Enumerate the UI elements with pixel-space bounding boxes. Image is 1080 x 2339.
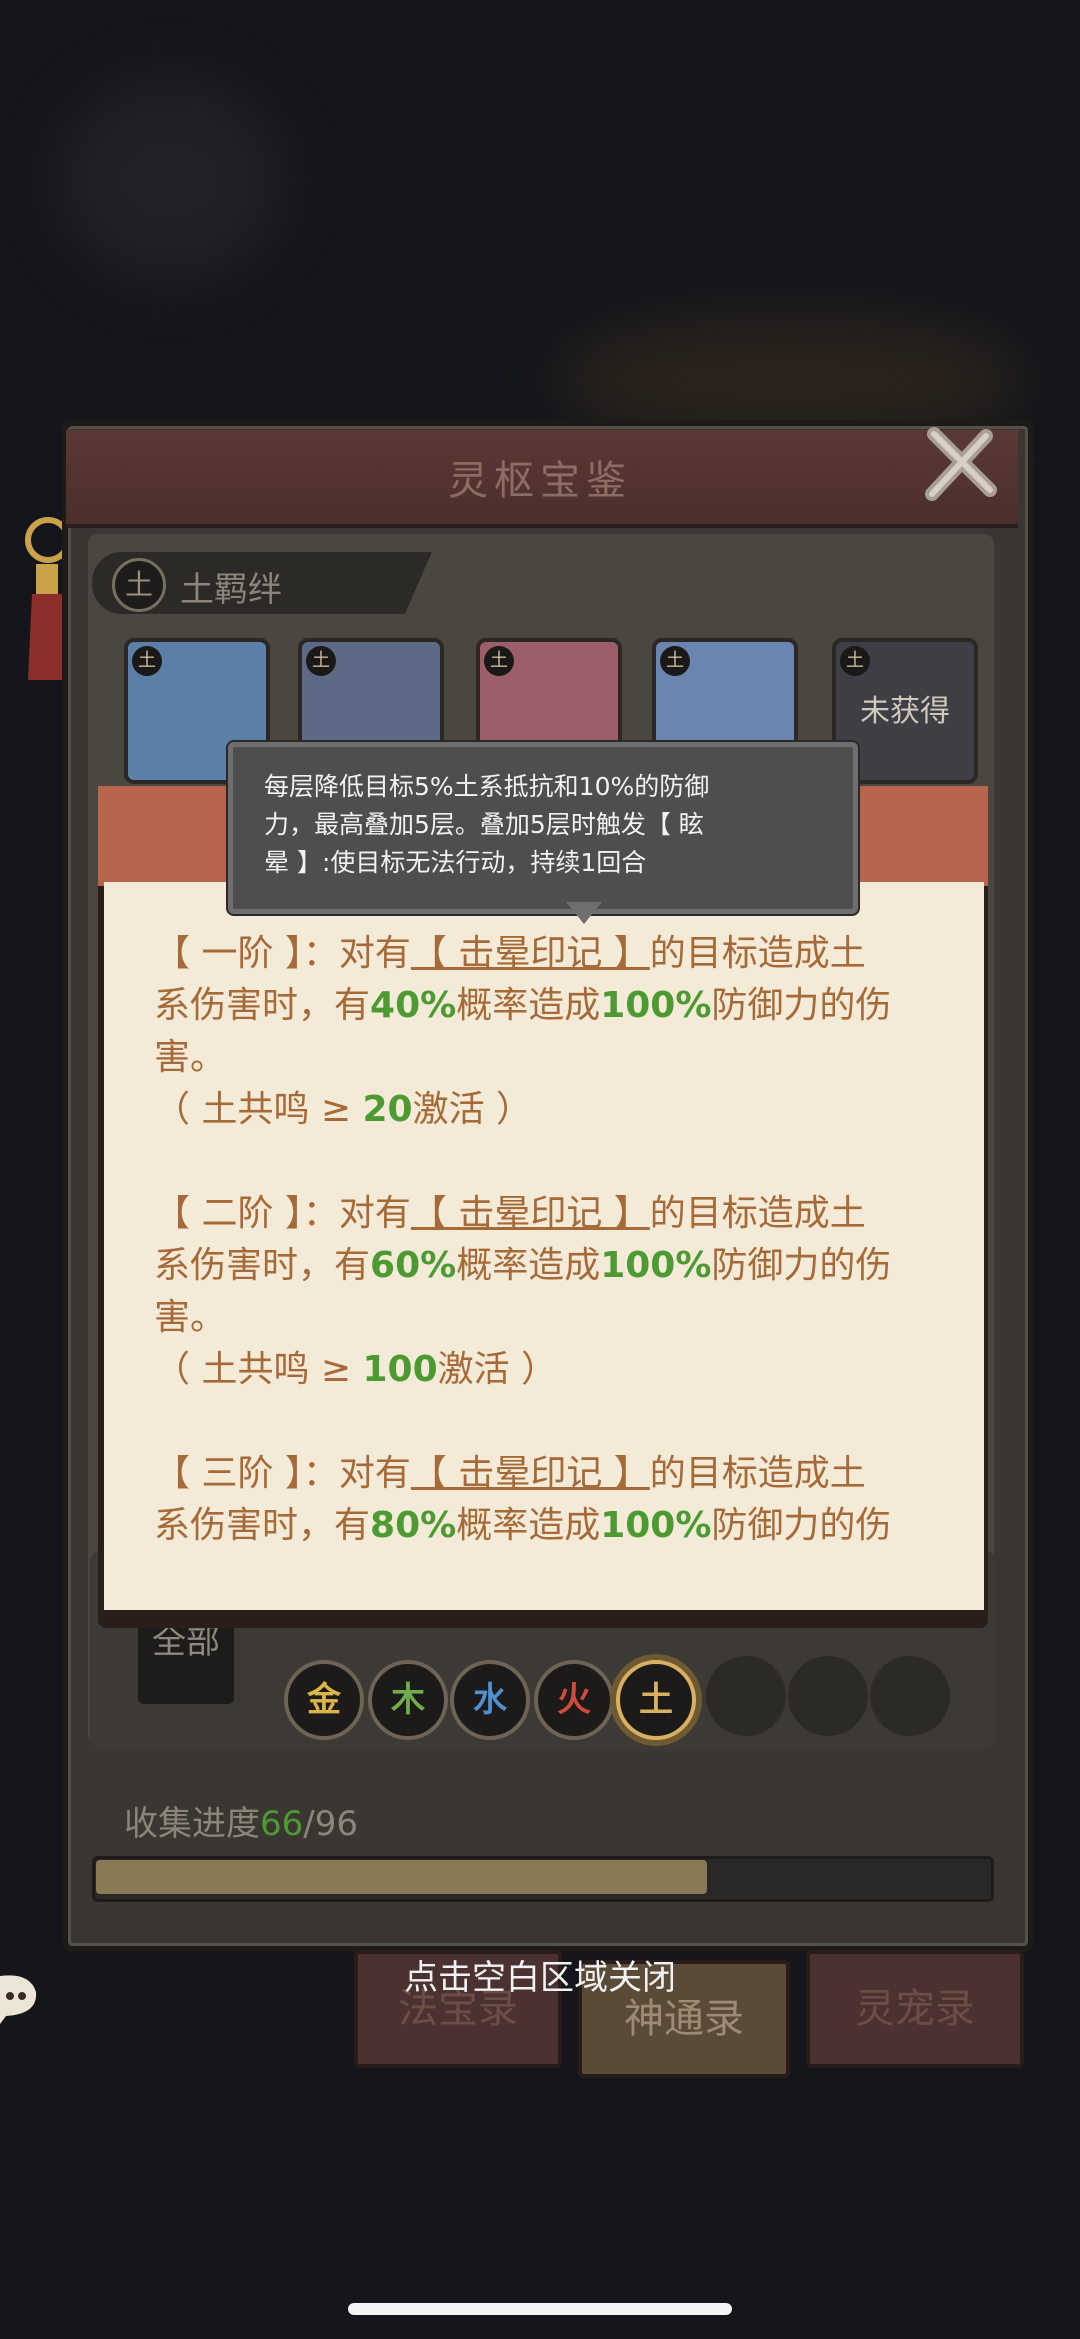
home-indicator[interactable] [348, 2303, 732, 2315]
tooltip-text: 每层降低目标5%土系抵抗和10%的防御 力，最高叠加5层。叠加5层时触发【 眩 … [264, 772, 710, 877]
tier-3: 【 三阶 】：对有【 击晕印记 】的目标造成土 系伤害时，有80%概率造成100… [154, 1453, 892, 1546]
earth-element-icon: 土 [112, 558, 166, 612]
tier-descriptions: 【 一阶 】：对有【 击晕印记 】的目标造成土 系伤害时，有40%概率造成100… [154, 928, 944, 1604]
filter-slot-empty [870, 1656, 950, 1736]
chat-bubble-icon[interactable] [0, 1970, 40, 2026]
card-status-label: 未获得 [860, 694, 950, 729]
filter-element-3[interactable]: 水 [450, 1660, 530, 1740]
collection-total: /96 [303, 1804, 358, 1844]
filter-slot-empty [706, 1656, 786, 1736]
earth-element-icon: 土 [484, 646, 514, 676]
tier-2: 【 二阶 】：对有【 击晕印记 】的目标造成土 系伤害时，有60%概率造成100… [154, 1193, 892, 1390]
filter-element-1[interactable]: 金 [284, 1660, 364, 1740]
earth-element-icon: 土 [132, 646, 162, 676]
earth-element-icon: 土 [840, 646, 870, 676]
stun-mark-link[interactable]: 【 击晕印记 】 [411, 1453, 650, 1494]
filter-element-5[interactable]: 土 [616, 1660, 696, 1740]
background-glow [60, 80, 280, 280]
filter-element-2[interactable]: 木 [368, 1660, 448, 1740]
filter-element-4[interactable]: 火 [534, 1660, 614, 1740]
close-hint[interactable]: 点击空白区域关闭 [0, 1950, 1080, 1999]
collection-progress-label: 收集进度66/96 [124, 1804, 358, 1844]
stun-mark-link[interactable]: 【 击晕印记 】 [411, 1193, 650, 1234]
collection-current: 66 [260, 1804, 304, 1844]
close-icon[interactable] [920, 424, 1000, 504]
section-label: 土羁绊 [180, 570, 282, 610]
filter-slot-empty [788, 1656, 868, 1736]
tier-1: 【 一阶 】：对有【 击晕印记 】的目标造成土 系伤害时，有40%概率造成100… [154, 933, 892, 1130]
panel-title: 灵枢宝鉴 [448, 458, 632, 504]
tooltip-arrow [566, 902, 602, 924]
earth-element-icon: 土 [306, 646, 336, 676]
collection-progress-fill [96, 1860, 707, 1894]
stun-mark-link[interactable]: 【 击晕印记 】 [411, 933, 650, 974]
earth-element-icon: 土 [660, 646, 690, 676]
